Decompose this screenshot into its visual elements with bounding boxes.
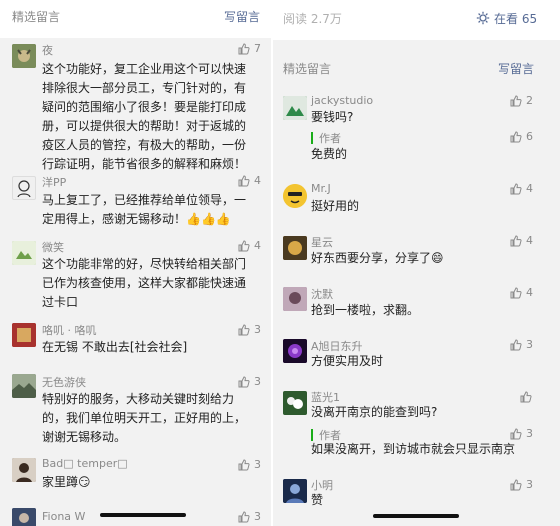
avatar [12, 374, 36, 398]
thumbs-up-icon [520, 391, 532, 403]
thumbs-up-icon [510, 287, 522, 299]
like-count: 3 [254, 510, 261, 523]
like-count: 4 [526, 182, 533, 195]
commenter-name: 微笑 [42, 241, 64, 254]
like-count: 4 [254, 239, 261, 252]
author-reply-text: 免费的 [311, 147, 348, 161]
like-count: 3 [526, 478, 533, 491]
avatar [283, 287, 307, 311]
comment-text: 抢到一楼啦，求翻。 [311, 303, 420, 317]
avatar [283, 339, 307, 363]
commenter-name: 洋PP [42, 176, 67, 189]
thumbs-up-icon [510, 235, 522, 247]
comment-text: 方便实用及时 [311, 354, 384, 368]
home-indicator [373, 514, 459, 518]
avatar [283, 96, 307, 120]
comment-text: 特别好的服务，大移动关键时刻给力的，我们单位明天开工，正好用的上，谢谢无锡移动。 [42, 392, 247, 444]
thumbs-up-icon [510, 183, 522, 195]
like-count: 3 [526, 338, 533, 351]
thumbs-up-icon [510, 428, 522, 440]
commenter-name: Fiona W [42, 510, 86, 523]
thumbs-up-icon [238, 43, 250, 55]
author-label: 作者 [319, 132, 341, 145]
like-count: 4 [526, 286, 533, 299]
avatar [12, 176, 36, 200]
commenter-name: 无色游侠 [42, 376, 86, 389]
thumbs-up-icon [510, 339, 522, 351]
author-reply-text: 如果没离开，到访城市就会只显示南京 [311, 442, 516, 456]
gear-icon [476, 11, 490, 25]
comment-text: 家里蹲😏 [42, 475, 91, 489]
avatar [12, 508, 36, 526]
like-count: 3 [526, 427, 533, 440]
comment-text: 在无锡 不敢出去[社会社会] [42, 340, 188, 354]
screenshot: 精选留言 写留言 夜 7 这个功能好，复工企业用这个可以快速排除很大一部分员工，… [0, 0, 560, 526]
avatar [283, 391, 307, 415]
avatar [283, 184, 307, 208]
commenter-name: 星云 [311, 236, 333, 249]
avatar [12, 323, 36, 347]
comment-text: 这个功能好，复工企业用这个可以快速排除很大一部分员工，专门针对的，有疑问的范围缩… [42, 62, 247, 171]
like-count: 7 [254, 42, 261, 55]
comment-text: 挺好用的 [311, 199, 360, 213]
like-count: 6 [526, 130, 533, 143]
commenter-name: 沈默 [311, 288, 333, 301]
thumbs-up-icon [510, 95, 522, 107]
comment-text: 赞 [311, 493, 324, 507]
read-count: 阅读 2.7万 [283, 12, 342, 26]
comment-text: 马上复工了，已经推荐给单位领导，一定用得上，感谢无锡移动！👍👍👍 [42, 193, 247, 226]
commenter-name: jackystudio [311, 94, 374, 107]
thumbs-up-icon [238, 511, 250, 523]
avatar [12, 44, 36, 68]
home-indicator [100, 513, 186, 517]
thumbs-up-icon [510, 479, 522, 491]
like-count: 3 [254, 375, 261, 388]
commenter-name: Bad□ temper□ [42, 457, 128, 470]
comment-text: 要钱吗? [311, 110, 354, 124]
avatar [12, 458, 36, 482]
like-count: 3 [254, 458, 261, 471]
like-count: 4 [254, 174, 261, 187]
like-count: 4 [526, 234, 533, 247]
commenter-name: 咯叽 · 咯叽 [42, 324, 97, 337]
avatar [12, 241, 36, 265]
commenter-name: Mr.J [311, 182, 331, 195]
write-comment-link[interactable]: 写留言 [224, 8, 260, 25]
comment-text: 好东西要分享，分享了😄 [311, 251, 444, 265]
like-count: 3 [254, 323, 261, 336]
thumbs-up-icon [238, 459, 250, 471]
write-comment-link[interactable]: 写留言 [498, 60, 534, 77]
avatar [283, 479, 307, 503]
like-count: 2 [526, 94, 533, 107]
thumbs-up-icon [510, 131, 522, 143]
right-panel: 阅读 2.7万 在看 65 精选留言 写留言 jackystudio 2 要钱吗… [273, 0, 560, 526]
thumbs-up-icon [238, 240, 250, 252]
thumbs-up-icon [238, 376, 250, 388]
featured-comments-title: 精选留言 [283, 62, 332, 76]
watching-button[interactable]: 在看 65 [494, 10, 537, 27]
comment-text: 没离开南京的能查到吗? [311, 405, 438, 419]
thumbs-up-icon [238, 175, 250, 187]
comment-text: 这个功能非常的好，尽快转给相关部门已作为核查使用，这样大家都能快速通过卡口 [42, 257, 247, 309]
author-reply-marker [311, 132, 313, 144]
left-panel: 精选留言 写留言 夜 7 这个功能好，复工企业用这个可以快速排除很大一部分员工，… [0, 0, 271, 526]
avatar [283, 236, 307, 260]
commenter-name: 夜 [42, 44, 53, 57]
featured-comments-title: 精选留言 [12, 10, 61, 24]
thumbs-up-icon [238, 324, 250, 336]
